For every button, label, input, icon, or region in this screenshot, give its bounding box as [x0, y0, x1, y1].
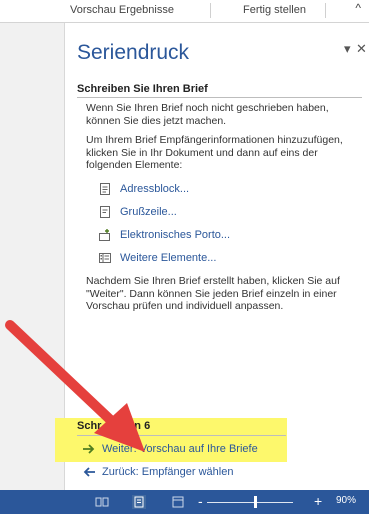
address-block-label: Adressblock...: [120, 183, 190, 195]
status-bar: - + 90%: [0, 490, 369, 514]
ribbon-finish[interactable]: Fertig stellen: [243, 4, 306, 16]
step-indicator: Schr von 6: [77, 420, 150, 432]
greeting-line-link[interactable]: Grußzeile...: [98, 204, 177, 220]
ribbon-separator: [325, 3, 326, 18]
ribbon-separator: [210, 3, 211, 18]
address-block-icon: [100, 183, 110, 195]
more-items-label: Weitere Elemente...: [120, 252, 217, 264]
step-count: von 6: [121, 420, 151, 432]
step-label: Schr: [77, 420, 102, 432]
previous-step-label: Zurück: Empfänger wählen: [102, 466, 234, 478]
zoom-out-button[interactable]: -: [198, 493, 203, 509]
ribbon-preview-results[interactable]: Vorschau Ergebnisse: [70, 4, 174, 16]
arrow-right-icon: [83, 444, 95, 454]
more-items-link[interactable]: Weitere Elemente...: [98, 250, 216, 266]
greeting-line-label: Grußzeile...: [120, 206, 177, 218]
close-icon[interactable]: ✕: [356, 41, 367, 57]
pane-options-icon[interactable]: ▾: [344, 41, 351, 57]
pane-title: Seriendruck: [77, 41, 190, 64]
previous-step-link[interactable]: Zurück: Empfänger wählen: [82, 464, 233, 480]
next-step-label: Weiter: Vorschau auf Ihre Briefe: [102, 443, 258, 455]
step-divider: [77, 435, 286, 436]
zoom-slider[interactable]: [207, 502, 293, 503]
zoom-percent[interactable]: 90%: [336, 495, 356, 506]
print-layout-icon[interactable]: [132, 495, 146, 509]
instructions-text: Um Ihrem Brief Empfängerinformationen hi…: [86, 134, 343, 171]
electronic-postage-icon: [99, 229, 110, 241]
ribbon-strip: Vorschau Ergebnisse Fertig stellen ^: [0, 0, 369, 23]
zoom-slider-thumb[interactable]: [254, 496, 257, 508]
read-mode-icon[interactable]: [95, 495, 109, 509]
electronic-postage-label: Elektronisches Porto...: [120, 229, 231, 241]
zoom-in-button[interactable]: +: [314, 493, 322, 509]
address-block-link[interactable]: Adressblock...: [98, 181, 189, 197]
next-step-link[interactable]: Weiter: Vorschau auf Ihre Briefe: [82, 441, 258, 457]
electronic-postage-link[interactable]: Elektronisches Porto...: [98, 227, 230, 243]
more-items-icon: [99, 253, 111, 263]
arrow-left-icon: [83, 467, 95, 477]
web-layout-icon[interactable]: [171, 495, 185, 509]
collapse-ribbon-icon[interactable]: ^: [355, 1, 361, 15]
intro-text: Wenn Sie Ihren Brief noch nicht geschrie…: [86, 102, 329, 127]
greeting-line-icon: [100, 206, 110, 218]
after-text: Nachdem Sie Ihren Brief erstellt haben, …: [86, 275, 340, 312]
section-heading: Schreiben Sie Ihren Brief: [77, 83, 362, 98]
